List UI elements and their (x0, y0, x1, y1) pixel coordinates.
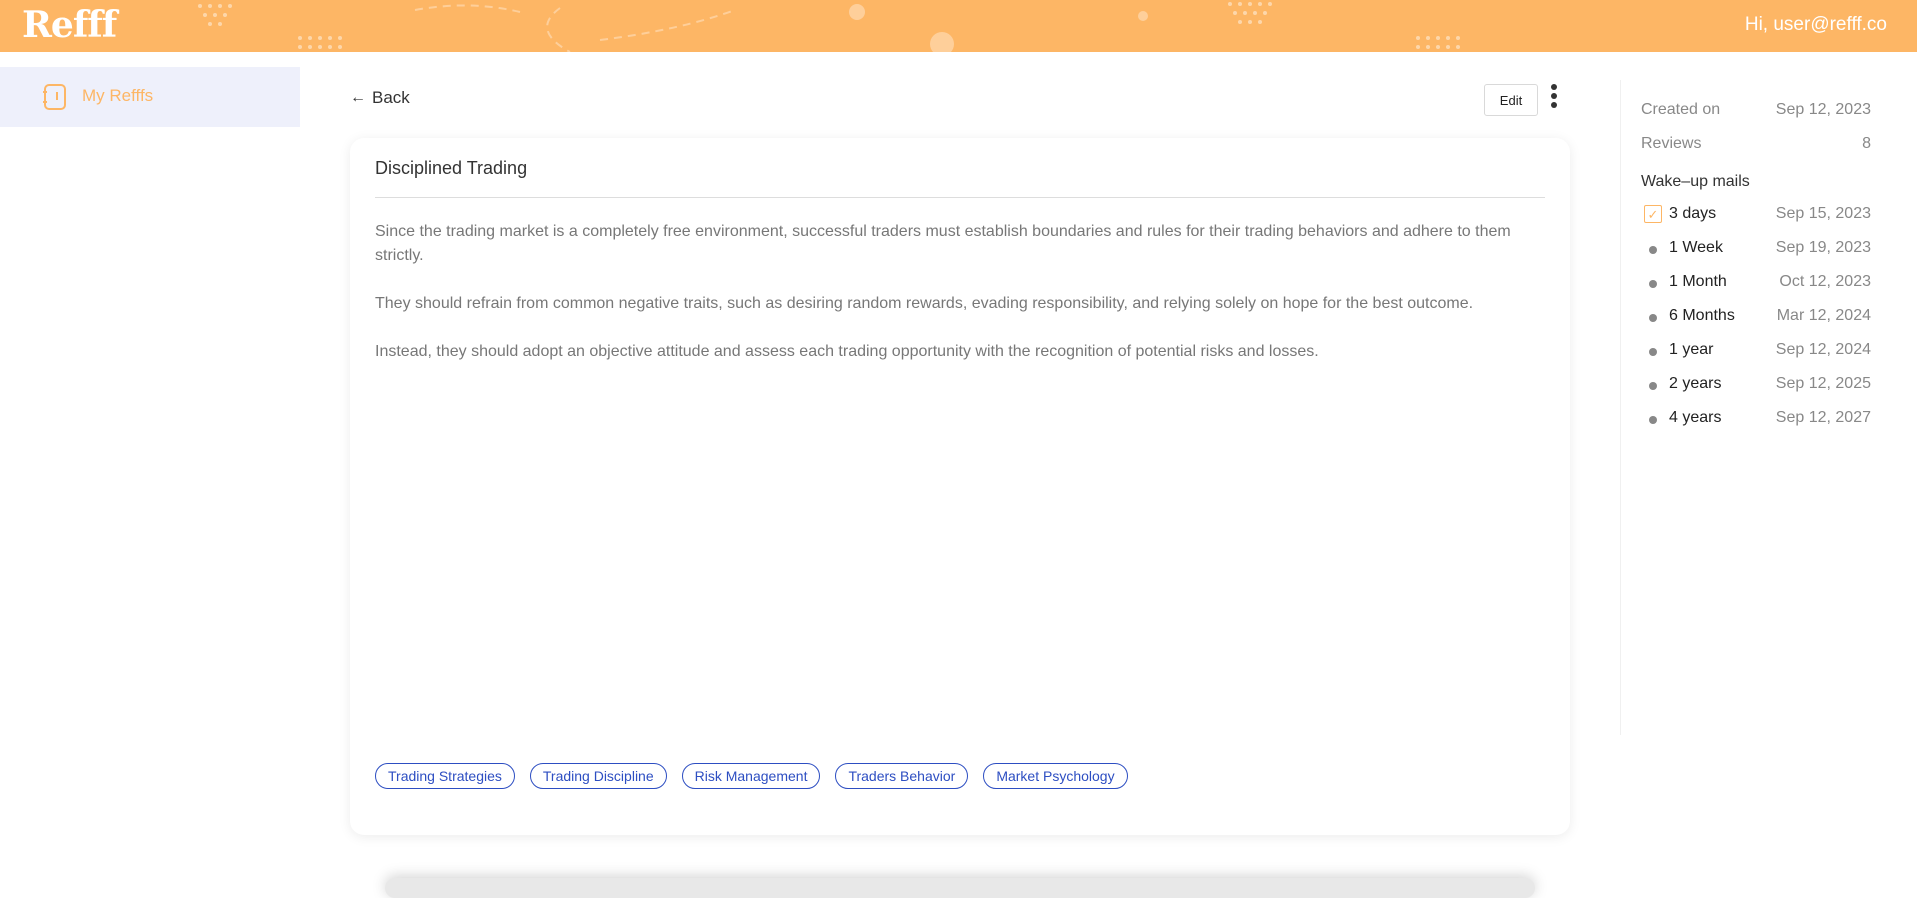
more-options-icon[interactable] (1546, 84, 1562, 112)
user-greeting[interactable]: Hi, user@refff.co (1745, 14, 1887, 36)
pending-dot-icon (1649, 382, 1657, 390)
wake-item-label: 3 days (1669, 205, 1717, 222)
created-value: Sep 12, 2023 (1775, 101, 1871, 118)
tag[interactable]: Market Psychology (983, 763, 1128, 789)
pending-dot-icon (1649, 416, 1657, 424)
wake-item: 2 years Sep 12, 2025 (1641, 372, 1871, 396)
wake-up-mails-title: Wake–up mails (1641, 173, 1750, 190)
pending-dot-icon (1649, 314, 1657, 322)
tag[interactable]: Risk Management (681, 763, 821, 789)
wake-item-date: Sep 12, 2024 (1775, 341, 1871, 358)
reviews-value: 8 (1862, 135, 1871, 152)
wake-item-label: 4 years (1669, 409, 1722, 426)
top-header: Refff Hi, user@refff.co (0, 0, 1917, 52)
paragraph: They should refrain from common negative… (375, 295, 1474, 312)
sidebar-item-label: My Refffs (82, 86, 154, 105)
created-row: Created on Sep 12, 2023 (1641, 101, 1871, 119)
reviews-label: Reviews (1641, 135, 1702, 152)
wake-item-date: Mar 12, 2024 (1776, 307, 1871, 324)
wake-item: 6 Months Mar 12, 2024 (1641, 304, 1871, 328)
wake-item-date: Oct 12, 2023 (1779, 273, 1871, 290)
wake-item: 1 year Sep 12, 2024 (1641, 338, 1871, 362)
wake-item: 1 Month Oct 12, 2023 (1641, 270, 1871, 294)
paragraph: Instead, they should adopt an objective … (375, 343, 1319, 360)
back-label: Back (372, 88, 410, 107)
back-link[interactable]: ← Back (350, 88, 410, 108)
tag[interactable]: Trading Strategies (375, 763, 515, 789)
edit-button[interactable]: Edit (1484, 84, 1538, 116)
checkbox-checked-icon: ✓ (1644, 205, 1662, 223)
wake-item-date: Sep 15, 2023 (1775, 205, 1871, 222)
wake-item-label: 1 year (1669, 341, 1714, 358)
tag[interactable]: Trading Discipline (529, 763, 667, 789)
notebook-icon (43, 84, 66, 110)
paragraph: Since the trading market is a completely… (375, 223, 1511, 264)
reviews-row: Reviews 8 (1641, 135, 1871, 153)
wake-item-label: 1 Month (1669, 273, 1727, 290)
wake-item: 1 Week Sep 19, 2023 (1641, 236, 1871, 260)
sidebar-item-my-refffs[interactable]: My Refffs (0, 67, 300, 127)
card-divider (375, 197, 1545, 198)
wake-item-label: 2 years (1669, 375, 1722, 392)
pending-dot-icon (1649, 348, 1657, 356)
sidebar: My Refffs (0, 52, 300, 888)
wake-item-date: Sep 12, 2025 (1775, 375, 1871, 392)
details-panel: Created on Sep 12, 2023 Reviews 8 Wake–u… (1620, 80, 1917, 735)
arrow-left-icon: ← (350, 89, 366, 106)
wake-item-date: Sep 12, 2027 (1775, 409, 1871, 426)
card-title: Disciplined Trading (375, 158, 528, 178)
card-body: Since the trading market is a completely… (375, 220, 1545, 388)
tag-list: Trading Strategies Trading Discipline Ri… (375, 763, 1128, 789)
wake-item-date: Sep 19, 2023 (1775, 239, 1871, 256)
wake-item: ✓ 3 days Sep 15, 2023 (1641, 202, 1871, 226)
created-label: Created on (1641, 101, 1721, 118)
pending-dot-icon (1649, 280, 1657, 288)
wake-item-label: 6 Months (1669, 307, 1735, 324)
app-logo[interactable]: Refff (22, 4, 117, 46)
refff-card: Disciplined Trading Since the trading ma… (350, 138, 1570, 835)
next-card-edge (385, 878, 1535, 898)
pending-dot-icon (1649, 246, 1657, 254)
header-decoration (198, 2, 1460, 52)
wake-item: 4 years Sep 12, 2027 (1641, 406, 1871, 430)
tag[interactable]: Traders Behavior (835, 763, 969, 789)
wake-item-label: 1 Week (1669, 239, 1723, 256)
